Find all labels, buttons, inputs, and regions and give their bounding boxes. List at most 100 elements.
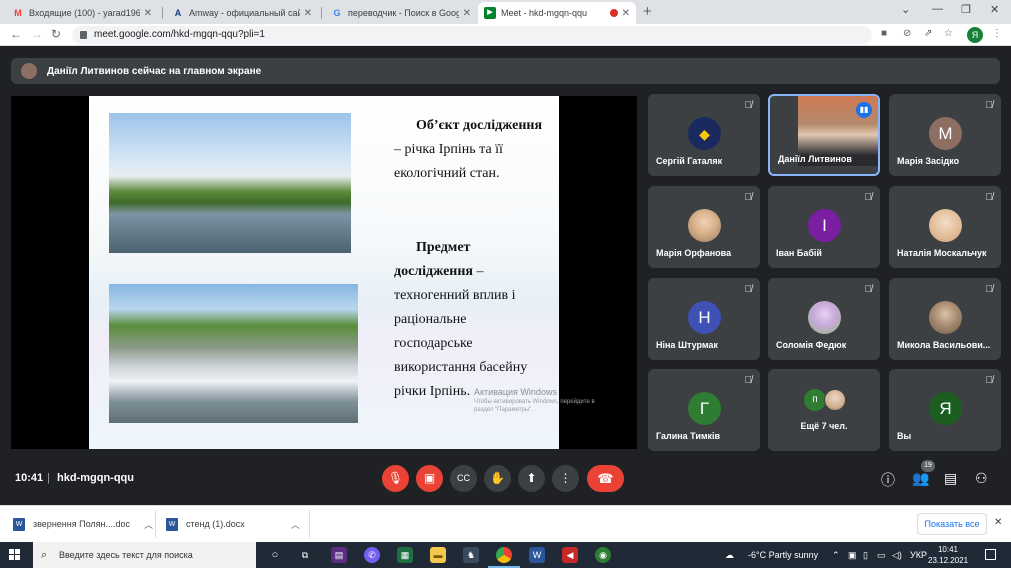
participant-tile[interactable]: 🎙̸ Наталія Москальчук bbox=[889, 186, 1001, 268]
tab-google-search[interactable]: G переводчик - Поиск в Google ✕ bbox=[325, 2, 477, 24]
self-tile[interactable]: Я 🎙̸ Вы bbox=[889, 369, 1001, 451]
slide-subject-line: річки Ірпінь. bbox=[394, 384, 471, 399]
calculator-icon[interactable]: ▦ bbox=[397, 547, 413, 563]
language-indicator[interactable]: УКР bbox=[910, 542, 927, 568]
avatar bbox=[929, 301, 962, 334]
tab-amway[interactable]: A Amway - официальный сайт и и ✕ bbox=[166, 2, 318, 24]
mic-off-icon: 🎙̸ bbox=[864, 192, 873, 203]
menu-kebab-icon[interactable]: ⋮ bbox=[992, 28, 1002, 39]
clock-date: 23.12.2021 bbox=[928, 556, 969, 565]
cortana-icon[interactable]: ○ bbox=[267, 547, 283, 563]
close-icon[interactable]: ✕ bbox=[994, 517, 1002, 528]
weather-icon[interactable]: ☁ bbox=[725, 542, 734, 568]
participant-tile[interactable]: ◆ 🎙̸ Сергій Гаталяк bbox=[648, 94, 760, 176]
chevron-up-icon[interactable]: ︿ bbox=[144, 518, 153, 531]
url-input[interactable]: meet.google.com/hkd-mgqn-qqu?pli=1 bbox=[72, 26, 872, 44]
app-icon[interactable]: ◉ bbox=[595, 547, 611, 563]
tab-search-icon[interactable]: ⌄ bbox=[901, 3, 910, 16]
network-icon[interactable]: ▭ bbox=[877, 542, 886, 568]
participant-tile-active[interactable]: ▮▮ Даніїл Литвинов bbox=[768, 94, 880, 176]
tab-label: Входящие (100) - yarad1964@g bbox=[29, 8, 140, 18]
viber-icon[interactable]: ✆ bbox=[364, 547, 380, 563]
slide-object-line: екологічний стан. bbox=[394, 166, 500, 181]
close-icon[interactable]: ✕ bbox=[304, 8, 312, 19]
app-icon[interactable]: ♞ bbox=[463, 547, 479, 563]
tab-gmail[interactable]: M Входящие (100) - yarad1964@g ✕ bbox=[6, 2, 158, 24]
windows-activation-watermark: Активация Windows Чтобы активировать Win… bbox=[474, 386, 634, 414]
slide-subject-line: раціональне bbox=[394, 312, 467, 327]
taskbar-search-input[interactable]: ⌕ Введите здесь текст для поиска bbox=[33, 542, 256, 568]
participant-tile[interactable]: 🎙̸ Соломія Федюк bbox=[768, 278, 880, 360]
slide-subject-line: господарське bbox=[394, 336, 473, 351]
participant-tile[interactable]: M 🎙̸ Марія Засідко bbox=[889, 94, 1001, 176]
activities-icon[interactable]: ⚇ bbox=[975, 470, 988, 487]
forward-arrow-icon[interactable]: → bbox=[31, 27, 43, 41]
participant-name: Вы bbox=[897, 431, 912, 441]
participant-tile[interactable]: Г 🎙̸ Галина Тимків bbox=[648, 369, 760, 451]
app-icon[interactable]: ▤ bbox=[331, 547, 347, 563]
avatar: M bbox=[929, 117, 962, 150]
chrome-icon[interactable] bbox=[496, 547, 512, 563]
tab-meet[interactable]: ▶ Meet - hkd-mgqn-qqu ✕ bbox=[478, 2, 636, 24]
people-icon[interactable]: 👥 bbox=[912, 470, 929, 487]
file-explorer-icon[interactable]: ▬ bbox=[430, 547, 446, 563]
window-close-button[interactable]: ✕ bbox=[990, 3, 999, 16]
participant-tile[interactable]: 🎙̸ Марія Орфанова bbox=[648, 186, 760, 268]
word-icon[interactable]: W bbox=[529, 547, 545, 563]
chat-icon[interactable]: ▤ bbox=[944, 470, 957, 487]
recording-dot-icon bbox=[609, 9, 618, 17]
minimize-button[interactable]: — bbox=[932, 3, 943, 15]
slide-subject-heading-cont: дослідження bbox=[394, 264, 474, 279]
notifications-icon[interactable] bbox=[985, 549, 996, 560]
back-arrow-icon[interactable]: ← bbox=[10, 27, 22, 41]
reload-icon[interactable]: ↻ bbox=[51, 27, 61, 41]
participant-name: Микола Васильови... bbox=[897, 340, 991, 350]
show-all-button[interactable]: Показать все bbox=[917, 513, 987, 535]
lock-icon[interactable] bbox=[80, 31, 87, 39]
search-placeholder: Введите здесь текст для поиска bbox=[59, 550, 193, 560]
maximize-button[interactable]: ❐ bbox=[961, 3, 971, 16]
new-tab-button[interactable]: + bbox=[643, 3, 652, 20]
task-view-icon[interactable]: ⧉ bbox=[297, 547, 313, 563]
tab-separator bbox=[321, 7, 322, 19]
end-call-button[interactable]: ☎ bbox=[587, 465, 624, 492]
close-icon[interactable]: ✕ bbox=[144, 8, 152, 19]
tray-app-icon[interactable]: ▣ bbox=[848, 542, 857, 568]
app-icon[interactable]: ◀ bbox=[562, 547, 578, 563]
google-icon: G bbox=[333, 8, 341, 18]
bookmark-star-icon[interactable]: ☆ bbox=[944, 28, 953, 39]
download-item[interactable]: W звернення Полян....doc ︿ bbox=[13, 514, 153, 534]
tray-overflow-icon[interactable]: ⌃ bbox=[832, 542, 840, 568]
participant-tile[interactable]: I 🎙̸ Іван Бабій bbox=[768, 186, 880, 268]
download-item[interactable]: W стенд (1).docx ︿ bbox=[166, 514, 300, 534]
notifications-blocked-icon[interactable]: ⊘ bbox=[903, 28, 911, 39]
share-icon[interactable]: ⇗ bbox=[924, 28, 932, 39]
meeting-code: hkd-mgqn-qqu bbox=[57, 472, 134, 484]
close-icon[interactable]: ✕ bbox=[622, 8, 630, 19]
close-icon[interactable]: ✕ bbox=[463, 8, 471, 19]
profile-avatar[interactable]: Я bbox=[967, 27, 983, 43]
present-button[interactable]: ⬆ bbox=[518, 465, 545, 492]
slide-subject-line: використання басейну bbox=[394, 360, 528, 375]
presentation-stage[interactable]: Об’єкт дослідження – річка Ірпінь та її … bbox=[11, 96, 637, 449]
meeting-details-icon[interactable]: ⓘ bbox=[881, 470, 895, 490]
mic-toggle-button[interactable]: 🎙 bbox=[382, 465, 409, 492]
chevron-up-icon[interactable]: ︿ bbox=[291, 518, 300, 531]
slide-object-heading: Об’єкт дослідження bbox=[416, 118, 543, 133]
more-options-button[interactable]: ⋮ bbox=[552, 465, 579, 492]
participant-tile[interactable]: Н 🎙̸ Ніна Штурмак bbox=[648, 278, 760, 360]
tab-label: переводчик - Поиск в Google bbox=[348, 8, 459, 18]
participant-tile[interactable]: 🎙̸ Микола Васильови... bbox=[889, 278, 1001, 360]
raise-hand-button[interactable]: ✋ bbox=[484, 465, 511, 492]
weather-text[interactable]: -6°C Partly sunny bbox=[748, 542, 818, 568]
microphone-icon[interactable]: ▯ bbox=[863, 542, 868, 568]
captions-button[interactable]: CC bbox=[450, 465, 477, 492]
more-participants-tile[interactable]: п Ещё 7 чел. bbox=[768, 369, 880, 451]
camera-toggle-button[interactable]: ▣ bbox=[416, 465, 443, 492]
windows-start-icon[interactable] bbox=[9, 549, 21, 561]
word-doc-icon: W bbox=[13, 517, 25, 531]
taskbar-clock[interactable]: 10:41 23.12.2021 bbox=[928, 544, 968, 566]
camera-icon[interactable]: ■ bbox=[881, 28, 887, 39]
slide-object-line: – річка Ірпінь та її bbox=[394, 142, 503, 157]
volume-icon[interactable]: ◁) bbox=[892, 542, 902, 568]
